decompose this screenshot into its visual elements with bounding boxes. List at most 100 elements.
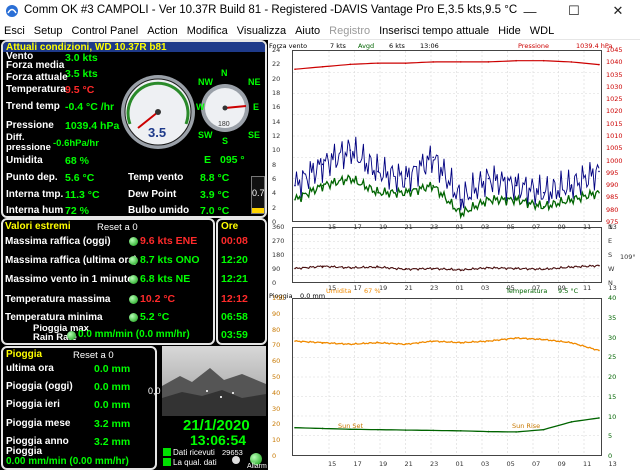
compass-e: E bbox=[253, 102, 260, 112]
data-point bbox=[349, 266, 352, 269]
compass-inner-value: 180 bbox=[218, 121, 230, 128]
webcam-image[interactable] bbox=[162, 346, 266, 416]
data-point bbox=[487, 61, 490, 63]
extreme-label-3: Temperatura massima bbox=[5, 294, 111, 305]
ore-header: Ore bbox=[221, 221, 239, 232]
data-point bbox=[487, 177, 490, 180]
extremes-panel: Valori estremi Reset a 0 Massima raffica… bbox=[1, 218, 215, 345]
menu-aiuto[interactable]: Aiuto bbox=[295, 25, 320, 37]
top-chart-plot bbox=[292, 50, 610, 222]
compass-sw: SW bbox=[198, 130, 213, 140]
x-tick-label: 21 bbox=[404, 284, 413, 292]
x-tick-label: 21 bbox=[404, 223, 413, 231]
top-left-tick: 8 bbox=[272, 160, 277, 169]
menu-modifica[interactable]: Modifica bbox=[187, 25, 228, 37]
rain-value-0: 0.0 mm bbox=[94, 363, 131, 375]
extreme-value-4: 5.2 °C bbox=[140, 311, 170, 323]
dew-point-label: Dew Point bbox=[128, 189, 177, 200]
data-point bbox=[598, 264, 600, 267]
trend-temp-label: Trend temp bbox=[6, 101, 60, 112]
data-point bbox=[515, 198, 517, 201]
compass-n: N bbox=[221, 68, 228, 78]
data-point bbox=[294, 267, 296, 270]
extreme-time-2: 12:21 bbox=[221, 273, 248, 285]
data-point bbox=[377, 170, 379, 173]
x-tick-label: 11 bbox=[583, 460, 592, 468]
bottom-right-tick: 15 bbox=[608, 392, 617, 401]
x-tick-label: 23 bbox=[430, 223, 439, 231]
extreme-label-2: Massimo vento in 1 minuto bbox=[5, 274, 134, 285]
trend-temp-value: -0.4 °C /hr bbox=[65, 101, 115, 113]
data-point bbox=[432, 429, 434, 432]
series-line-forza-vento bbox=[294, 136, 600, 211]
bottom-right-tick: 0 bbox=[608, 452, 613, 460]
bottom-left-tick: 70 bbox=[272, 341, 281, 350]
vento-value: 3.0 kts bbox=[65, 52, 98, 64]
menu-inserisci-tempo[interactable]: Inserisci tempo attuale bbox=[379, 25, 489, 37]
menu-wdl[interactable]: WDL bbox=[530, 25, 554, 37]
menu-registro[interactable]: Registro bbox=[329, 25, 370, 37]
data-point bbox=[321, 341, 324, 344]
maximize-button[interactable]: ☐ bbox=[552, 0, 596, 22]
data-point bbox=[460, 430, 462, 432]
top-right-tick: 1015 bbox=[606, 119, 623, 128]
compass-degrees: 095 ° bbox=[220, 154, 245, 166]
top-left-tick: 22 bbox=[272, 60, 281, 69]
top-left-tick: 20 bbox=[272, 74, 281, 83]
data-point bbox=[570, 421, 573, 423]
alarm-indicator bbox=[232, 456, 240, 464]
x-tick-label: 07 bbox=[532, 284, 541, 292]
menu-setup[interactable]: Setup bbox=[34, 25, 63, 37]
sun-set-label: Sun Set bbox=[338, 422, 364, 430]
data-point bbox=[460, 269, 462, 271]
data-point bbox=[321, 163, 324, 166]
bottom-right-tick: 5 bbox=[608, 432, 613, 441]
extreme-time-0: 00:08 bbox=[221, 235, 248, 247]
qual-dati-indicator bbox=[163, 458, 171, 466]
data-point bbox=[321, 427, 324, 430]
data-point bbox=[321, 184, 324, 187]
mid-chart-value: 109° bbox=[620, 253, 636, 261]
extreme-time-3: 12:12 bbox=[221, 293, 248, 305]
bottom-left-tick: 50 bbox=[272, 373, 281, 381]
close-button[interactable]: ✕ bbox=[596, 0, 640, 22]
x-tick-label: 13 bbox=[608, 460, 617, 468]
data-point bbox=[542, 428, 545, 431]
menu-action[interactable]: Action bbox=[147, 25, 178, 37]
data-point bbox=[404, 268, 407, 271]
series-line-direzione bbox=[294, 264, 600, 272]
top-left-tick: 24 bbox=[272, 46, 281, 54]
mid-right-tick: S bbox=[608, 251, 613, 259]
rain-reset[interactable]: Reset a 0 bbox=[73, 350, 114, 361]
data-point bbox=[542, 338, 545, 341]
mid-left-tick: 360 bbox=[272, 223, 285, 231]
data-point bbox=[570, 341, 573, 344]
x-tick-label: 07 bbox=[532, 223, 541, 231]
bottom-right-tick: 35 bbox=[608, 313, 617, 322]
temperatura-value: 9.5 °C bbox=[65, 84, 95, 96]
extremes-reset[interactable]: Reset a 0 bbox=[97, 222, 138, 233]
menu-esci[interactable]: Esci bbox=[4, 25, 25, 37]
minimize-button[interactable]: — bbox=[508, 0, 552, 22]
data-point bbox=[515, 431, 517, 433]
bottom-left-tick: 90 bbox=[272, 309, 281, 318]
compass-s: S bbox=[222, 136, 229, 146]
status-dot bbox=[129, 275, 138, 284]
temperatura-label: Temperatura bbox=[6, 84, 66, 95]
bottom-left-tick: 30 bbox=[272, 404, 281, 413]
menu-bar: Esci Setup Control Panel Action Modifica… bbox=[0, 22, 640, 40]
data-point bbox=[404, 62, 407, 64]
menu-visualizza[interactable]: Visualizza bbox=[237, 25, 286, 37]
menu-control-panel[interactable]: Control Panel bbox=[72, 25, 139, 37]
data-point bbox=[542, 191, 545, 194]
rain-value-4: 3.2 mm bbox=[94, 436, 131, 448]
menu-hide[interactable]: Hide bbox=[498, 25, 521, 37]
x-tick-label: 21 bbox=[404, 460, 413, 468]
umidita-value: 68 % bbox=[65, 155, 89, 167]
top-right-tick: 1035 bbox=[606, 70, 623, 79]
x-tick-label: 13 bbox=[608, 223, 617, 231]
bottom-left-tick: 0 bbox=[272, 452, 277, 460]
allarm-label: Allarm bbox=[247, 463, 267, 470]
x-tick-label: 15 bbox=[328, 460, 337, 468]
punto-dep-label: Punto dep. bbox=[6, 172, 58, 183]
